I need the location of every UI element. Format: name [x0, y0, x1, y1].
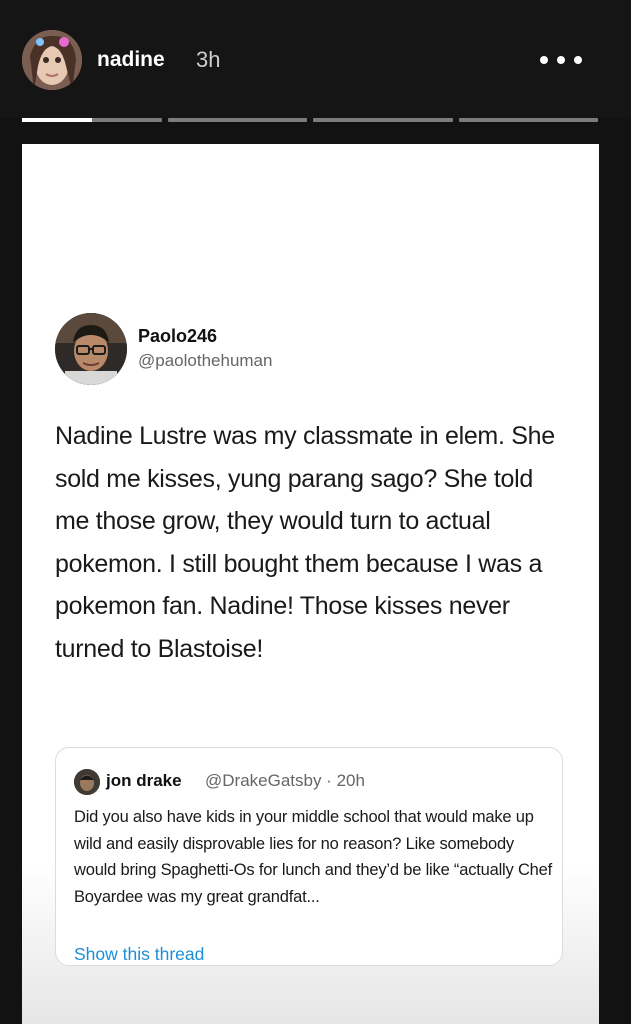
progress-segment [22, 118, 162, 122]
avatar-image [74, 769, 100, 795]
quoted-author-handle-time: @DrakeGatsby · 20h [205, 771, 365, 790]
dot-icon [540, 56, 548, 64]
dot-icon [557, 56, 565, 64]
more-options-icon[interactable] [540, 53, 582, 67]
avatar-image [55, 313, 127, 385]
quoted-author-name[interactable]: jon drake [106, 770, 182, 792]
story-username[interactable]: nadine [97, 47, 165, 73]
progress-segment [167, 118, 307, 122]
progress-segment [313, 118, 453, 122]
tweet-author-name[interactable]: Paolo246 [138, 325, 217, 347]
story-header [0, 0, 631, 118]
story-user-avatar[interactable] [22, 30, 82, 90]
tweet-text: Nadine Lustre was my classmate in elem. … [55, 422, 555, 663]
story-content-card: Paolo246 @paolothehuman Nadine Lustre wa… [22, 144, 599, 1024]
show-thread-link[interactable]: Show this thread [74, 943, 204, 965]
quoted-tweet[interactable]: jon drake @DrakeGatsby · 20h Did you als… [55, 747, 563, 966]
quoted-author-avatar [74, 769, 100, 795]
progress-segment [458, 118, 598, 122]
progress-segment-fill [22, 118, 92, 122]
story-progress-bar [22, 118, 598, 122]
tweet-author-avatar [55, 313, 127, 385]
story-time-ago: 3h [196, 47, 221, 72]
tweet-author-handle[interactable]: @paolothehuman [138, 350, 272, 372]
avatar-image [22, 30, 82, 90]
quoted-tweet-text: Did you also have kids in your middle sc… [74, 808, 553, 906]
dot-icon [574, 56, 582, 64]
